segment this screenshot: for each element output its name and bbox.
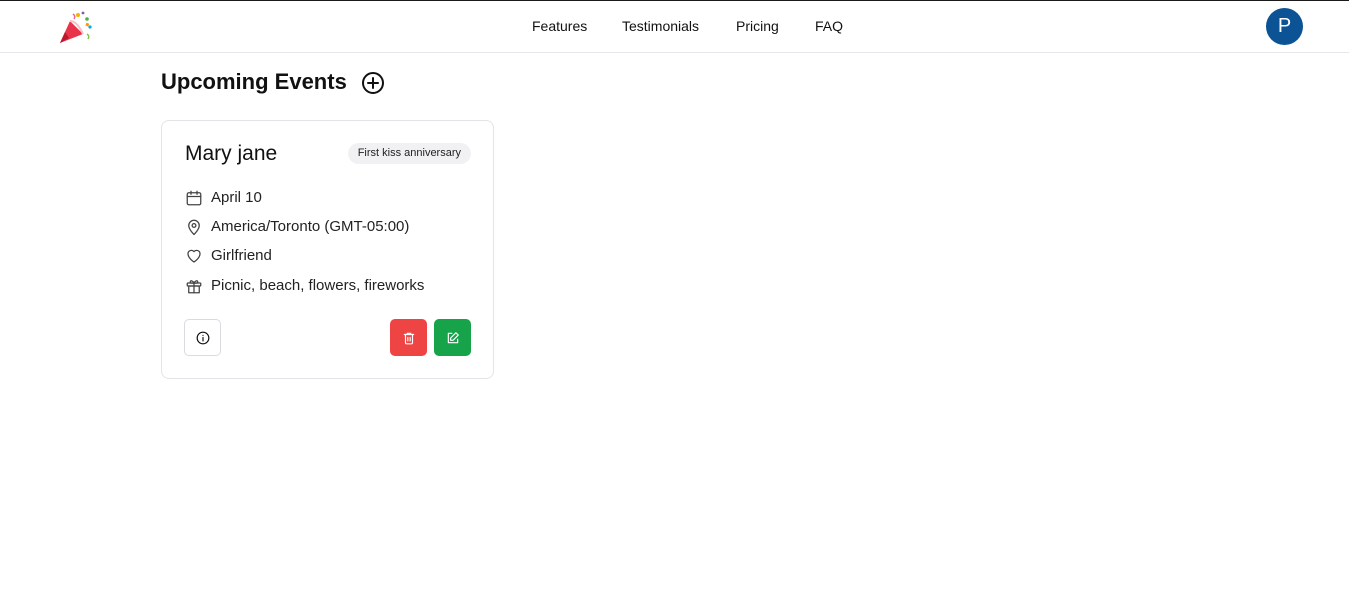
top-navbar: Features Testimonials Pricing FAQ P <box>0 1 1349 53</box>
main-nav: Features Testimonials Pricing FAQ <box>0 1 1349 53</box>
event-timezone-row: America/Toronto (GMT-05:00) <box>185 217 475 237</box>
delete-button[interactable] <box>390 319 427 356</box>
gift-icon <box>186 280 202 294</box>
event-date-row: April 10 <box>185 188 475 208</box>
event-timezone: America/Toronto (GMT-05:00) <box>211 218 410 235</box>
occasion-badge: First kiss anniversary <box>347 143 471 164</box>
event-relationship-row: Girlfriend <box>185 246 475 266</box>
page-title: Upcoming Events <box>161 69 347 94</box>
heart-icon <box>187 249 201 263</box>
nav-link-testimonials[interactable]: Testimonials <box>622 18 699 34</box>
trash-icon <box>403 332 414 344</box>
calendar-icon <box>186 190 202 206</box>
event-relationship: Girlfriend <box>211 247 272 264</box>
nav-link-pricing[interactable]: Pricing <box>736 18 779 34</box>
nav-link-features[interactable]: Features <box>532 18 587 34</box>
edit-button[interactable] <box>434 319 471 356</box>
event-date: April 10 <box>211 189 262 206</box>
info-icon <box>196 331 209 344</box>
party-popper-icon[interactable] <box>56 10 94 46</box>
event-gifts-row: Picnic, beach, flowers, fireworks <box>185 276 475 296</box>
plus-circle-icon[interactable] <box>361 71 385 95</box>
event-gift-ideas: Picnic, beach, flowers, fireworks <box>211 277 425 294</box>
map-pin-icon <box>188 219 200 236</box>
event-name: Mary jane <box>185 142 278 165</box>
user-avatar[interactable]: P <box>1266 8 1303 45</box>
event-card: Mary jane First kiss anniversary April 1… <box>161 120 494 379</box>
nav-link-faq[interactable]: FAQ <box>815 18 843 34</box>
info-button[interactable] <box>184 319 221 356</box>
edit-icon <box>447 331 459 343</box>
